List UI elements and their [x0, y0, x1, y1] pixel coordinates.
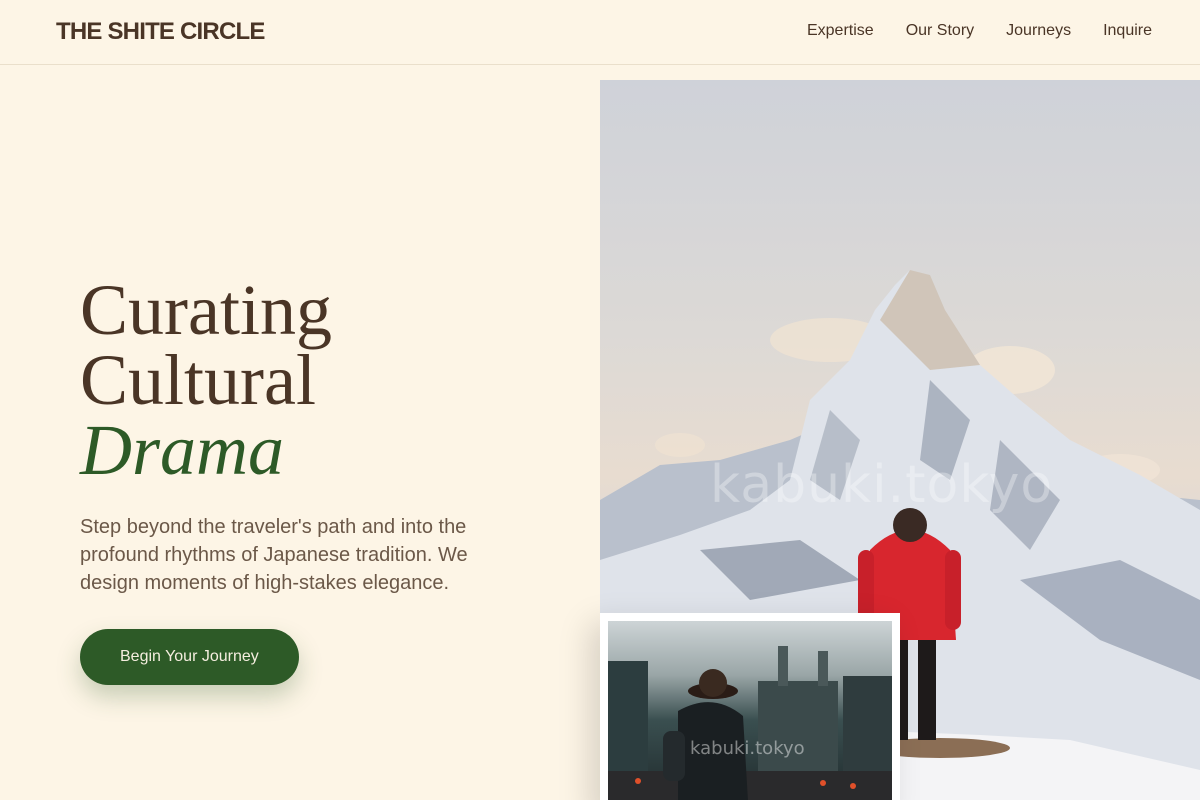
hero-headline: Curating Cultural Drama — [80, 270, 540, 490]
city-traveler-illustration — [608, 646, 892, 800]
nav-link-expertise[interactable]: Expertise — [807, 22, 874, 40]
main-nav: Expertise Our Story Journeys Inquire — [807, 22, 1152, 40]
main-photo-watermark: kabuki.tokyo — [710, 455, 1054, 515]
inset-city-photo: kabuki.tokyo — [608, 621, 892, 800]
headline-line-curating: Curating — [80, 270, 332, 350]
hero-description: Step beyond the traveler's path and into… — [80, 516, 468, 594]
headline-line-drama: Drama — [80, 410, 285, 490]
headline-line-cultural: Cultural — [80, 340, 316, 420]
hero-copy: Curating Cultural Drama Step beyond the … — [80, 270, 540, 685]
inset-photo-watermark: kabuki.tokyo — [690, 738, 805, 759]
inset-photo-frame: kabuki.tokyo — [600, 613, 900, 800]
nav-link-journeys[interactable]: Journeys — [1006, 22, 1071, 40]
brand-logo[interactable]: THE SHITE CIRCLE — [56, 18, 265, 46]
begin-journey-button[interactable]: Begin Your Journey — [80, 629, 299, 685]
top-navigation-bar: THE SHITE CIRCLE Expertise Our Story Jou… — [0, 0, 1200, 65]
nav-link-inquire[interactable]: Inquire — [1103, 22, 1152, 40]
nav-link-our-story[interactable]: Our Story — [906, 22, 974, 40]
